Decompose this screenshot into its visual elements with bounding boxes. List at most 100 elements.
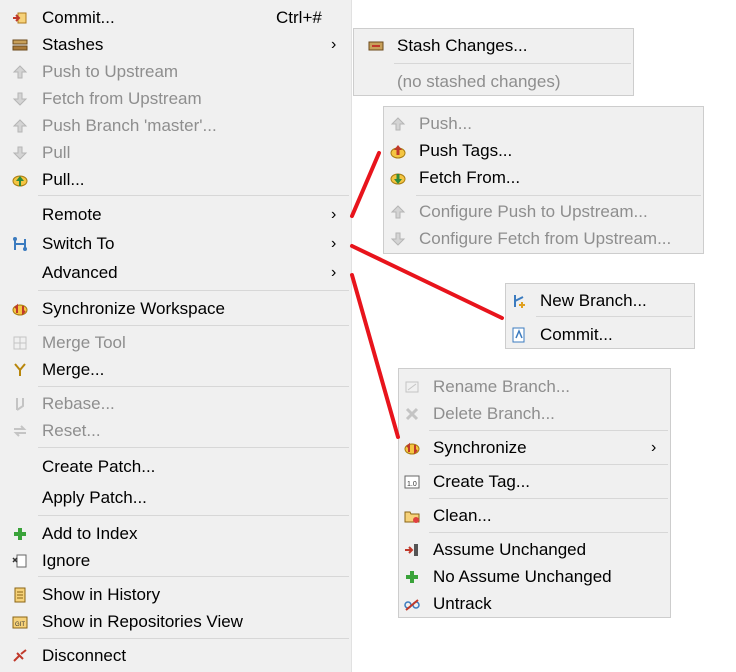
menu-item-push[interactable]: Push... (384, 112, 703, 136)
menu-item-label: Remote (42, 205, 102, 224)
switch-branch-icon (12, 236, 28, 252)
menu-item-synchronize-workspace[interactable]: Synchronize Workspace (0, 297, 351, 321)
menu-item-configure-push[interactable]: Configure Push to Upstream... (384, 200, 703, 224)
menu-item-stashes[interactable]: Stashes › (0, 33, 351, 57)
menu-item-label: Ignore (42, 551, 91, 570)
menu-separator (429, 532, 668, 533)
assume-unchanged-icon (404, 542, 420, 558)
menu-item-label: Merge... (42, 360, 105, 379)
synchronize-icon (12, 301, 28, 317)
menu-item-reset[interactable]: Reset... (0, 419, 351, 443)
menu-item-push-branch[interactable]: Push Branch 'master'... (0, 114, 351, 138)
menu-separator (38, 447, 349, 448)
menu-item-show-in-repositories-view[interactable]: GIT Show in Repositories View (0, 610, 351, 634)
clean-icon (404, 508, 420, 524)
menu-item-label: Pull (42, 143, 71, 162)
menu-item-synchronize[interactable]: Synchronize › (399, 436, 670, 460)
menu-item-remote[interactable]: Remote › (0, 203, 351, 227)
menu-item-new-branch[interactable]: New Branch... (506, 289, 694, 313)
menu-item-label: Merge Tool (42, 333, 126, 352)
menu-item-rebase[interactable]: Rebase... (0, 392, 351, 416)
menu-item-pull-dialog[interactable]: Pull... (0, 168, 351, 192)
menu-item-fetch-from[interactable]: Fetch From... (384, 166, 703, 190)
merge-tool-icon (12, 335, 28, 351)
submenu-arrow-icon: › (331, 206, 337, 223)
menu-item-push-to-upstream[interactable]: Push to Upstream (0, 60, 351, 84)
advanced-submenu: Rename Branch... Delete Branch... Synchr… (398, 368, 671, 618)
menu-item-label: Configure Fetch from Upstream... (419, 229, 672, 248)
menu-item-assume-unchanged[interactable]: Assume Unchanged (399, 538, 670, 562)
menu-item-create-tag[interactable]: 1.0 Create Tag... (399, 470, 670, 494)
merge-icon (12, 362, 28, 378)
menu-separator (38, 386, 349, 387)
menu-item-label: Switch To (42, 234, 115, 253)
menu-item-rename-branch[interactable]: Rename Branch... (399, 375, 670, 399)
menu-item-merge[interactable]: Merge... (0, 358, 351, 382)
menu-item-label: Disconnect (42, 646, 127, 665)
menu-separator (429, 430, 668, 431)
rename-branch-icon (404, 379, 420, 395)
fetch-from-icon (390, 170, 406, 186)
menu-separator (394, 63, 631, 64)
menu-item-label: Stash Changes... (397, 36, 528, 55)
menu-item-label: Configure Push to Upstream... (419, 202, 648, 221)
submenu-arrow-icon: › (331, 36, 337, 53)
menu-item-label: No Assume Unchanged (433, 567, 612, 586)
menu-item-disconnect[interactable]: Disconnect (0, 644, 351, 668)
delete-branch-icon (404, 406, 420, 422)
push-upstream-icon (12, 64, 28, 80)
stashes-submenu: Stash Changes... (no stashed changes) (353, 28, 634, 96)
menu-item-delete-branch[interactable]: Delete Branch... (399, 402, 670, 426)
menu-item-commit[interactable]: Commit... Ctrl+# (0, 6, 351, 30)
no-assume-unchanged-icon (404, 569, 420, 585)
menu-item-stash-changes[interactable]: Stash Changes... (354, 33, 633, 59)
team-context-menu: Commit... Ctrl+# Stashes › Push to Upstr… (0, 0, 352, 672)
ignore-icon (12, 553, 28, 569)
menu-item-switch-to[interactable]: Switch To › (0, 232, 351, 256)
pull-dialog-icon (12, 172, 28, 188)
menu-separator (38, 638, 349, 639)
menu-item-label: Commit... (540, 325, 613, 344)
svg-text:1.0: 1.0 (407, 481, 417, 488)
menu-item-pull[interactable]: Pull (0, 141, 351, 165)
menu-item-label: Commit... (42, 8, 115, 27)
menu-item-add-to-index[interactable]: Add to Index (0, 522, 351, 546)
switch-to-submenu: New Branch... Commit... (505, 283, 695, 349)
menu-item-commit-checkout[interactable]: Commit... (506, 323, 694, 347)
menu-item-no-assume-unchanged[interactable]: No Assume Unchanged (399, 565, 670, 589)
menu-item-no-stashed-changes: (no stashed changes) (354, 69, 633, 95)
commit-icon (12, 10, 28, 26)
submenu-arrow-icon: › (331, 235, 337, 252)
menu-separator (38, 576, 349, 577)
configure-push-icon (390, 204, 406, 220)
push-icon (390, 116, 406, 132)
menu-item-label: Reset... (42, 421, 101, 440)
history-icon (12, 587, 28, 603)
commit-checkout-icon (511, 327, 527, 343)
menu-item-advanced[interactable]: Advanced › (0, 261, 351, 285)
menu-item-label: Synchronize (433, 438, 527, 457)
menu-item-show-in-history[interactable]: Show in History (0, 583, 351, 607)
callout-line-advanced (350, 273, 400, 439)
callout-line-remote (350, 151, 381, 218)
svg-text:GIT: GIT (15, 622, 25, 628)
menu-item-label: Synchronize Workspace (42, 299, 225, 318)
menu-separator (38, 195, 349, 196)
menu-item-apply-patch[interactable]: Apply Patch... (0, 486, 351, 510)
menu-item-label: New Branch... (540, 291, 647, 310)
new-branch-icon (511, 293, 527, 309)
menu-item-ignore[interactable]: Ignore (0, 549, 351, 573)
menu-item-label: Fetch From... (419, 168, 521, 187)
menu-item-fetch-from-upstream[interactable]: Fetch from Upstream (0, 87, 351, 111)
pull-icon (12, 145, 28, 161)
fetch-upstream-icon (12, 91, 28, 107)
menu-item-label: Apply Patch... (42, 488, 147, 507)
menu-item-untrack[interactable]: Untrack (399, 592, 670, 616)
menu-separator (536, 316, 692, 317)
menu-item-create-patch[interactable]: Create Patch... (0, 455, 351, 479)
menu-item-configure-fetch[interactable]: Configure Fetch from Upstream... (384, 227, 703, 251)
menu-item-clean[interactable]: Clean... (399, 504, 670, 528)
menu-item-merge-tool[interactable]: Merge Tool (0, 331, 351, 355)
submenu-arrow-icon: › (331, 264, 337, 281)
menu-item-push-tags[interactable]: Push Tags... (384, 139, 703, 163)
